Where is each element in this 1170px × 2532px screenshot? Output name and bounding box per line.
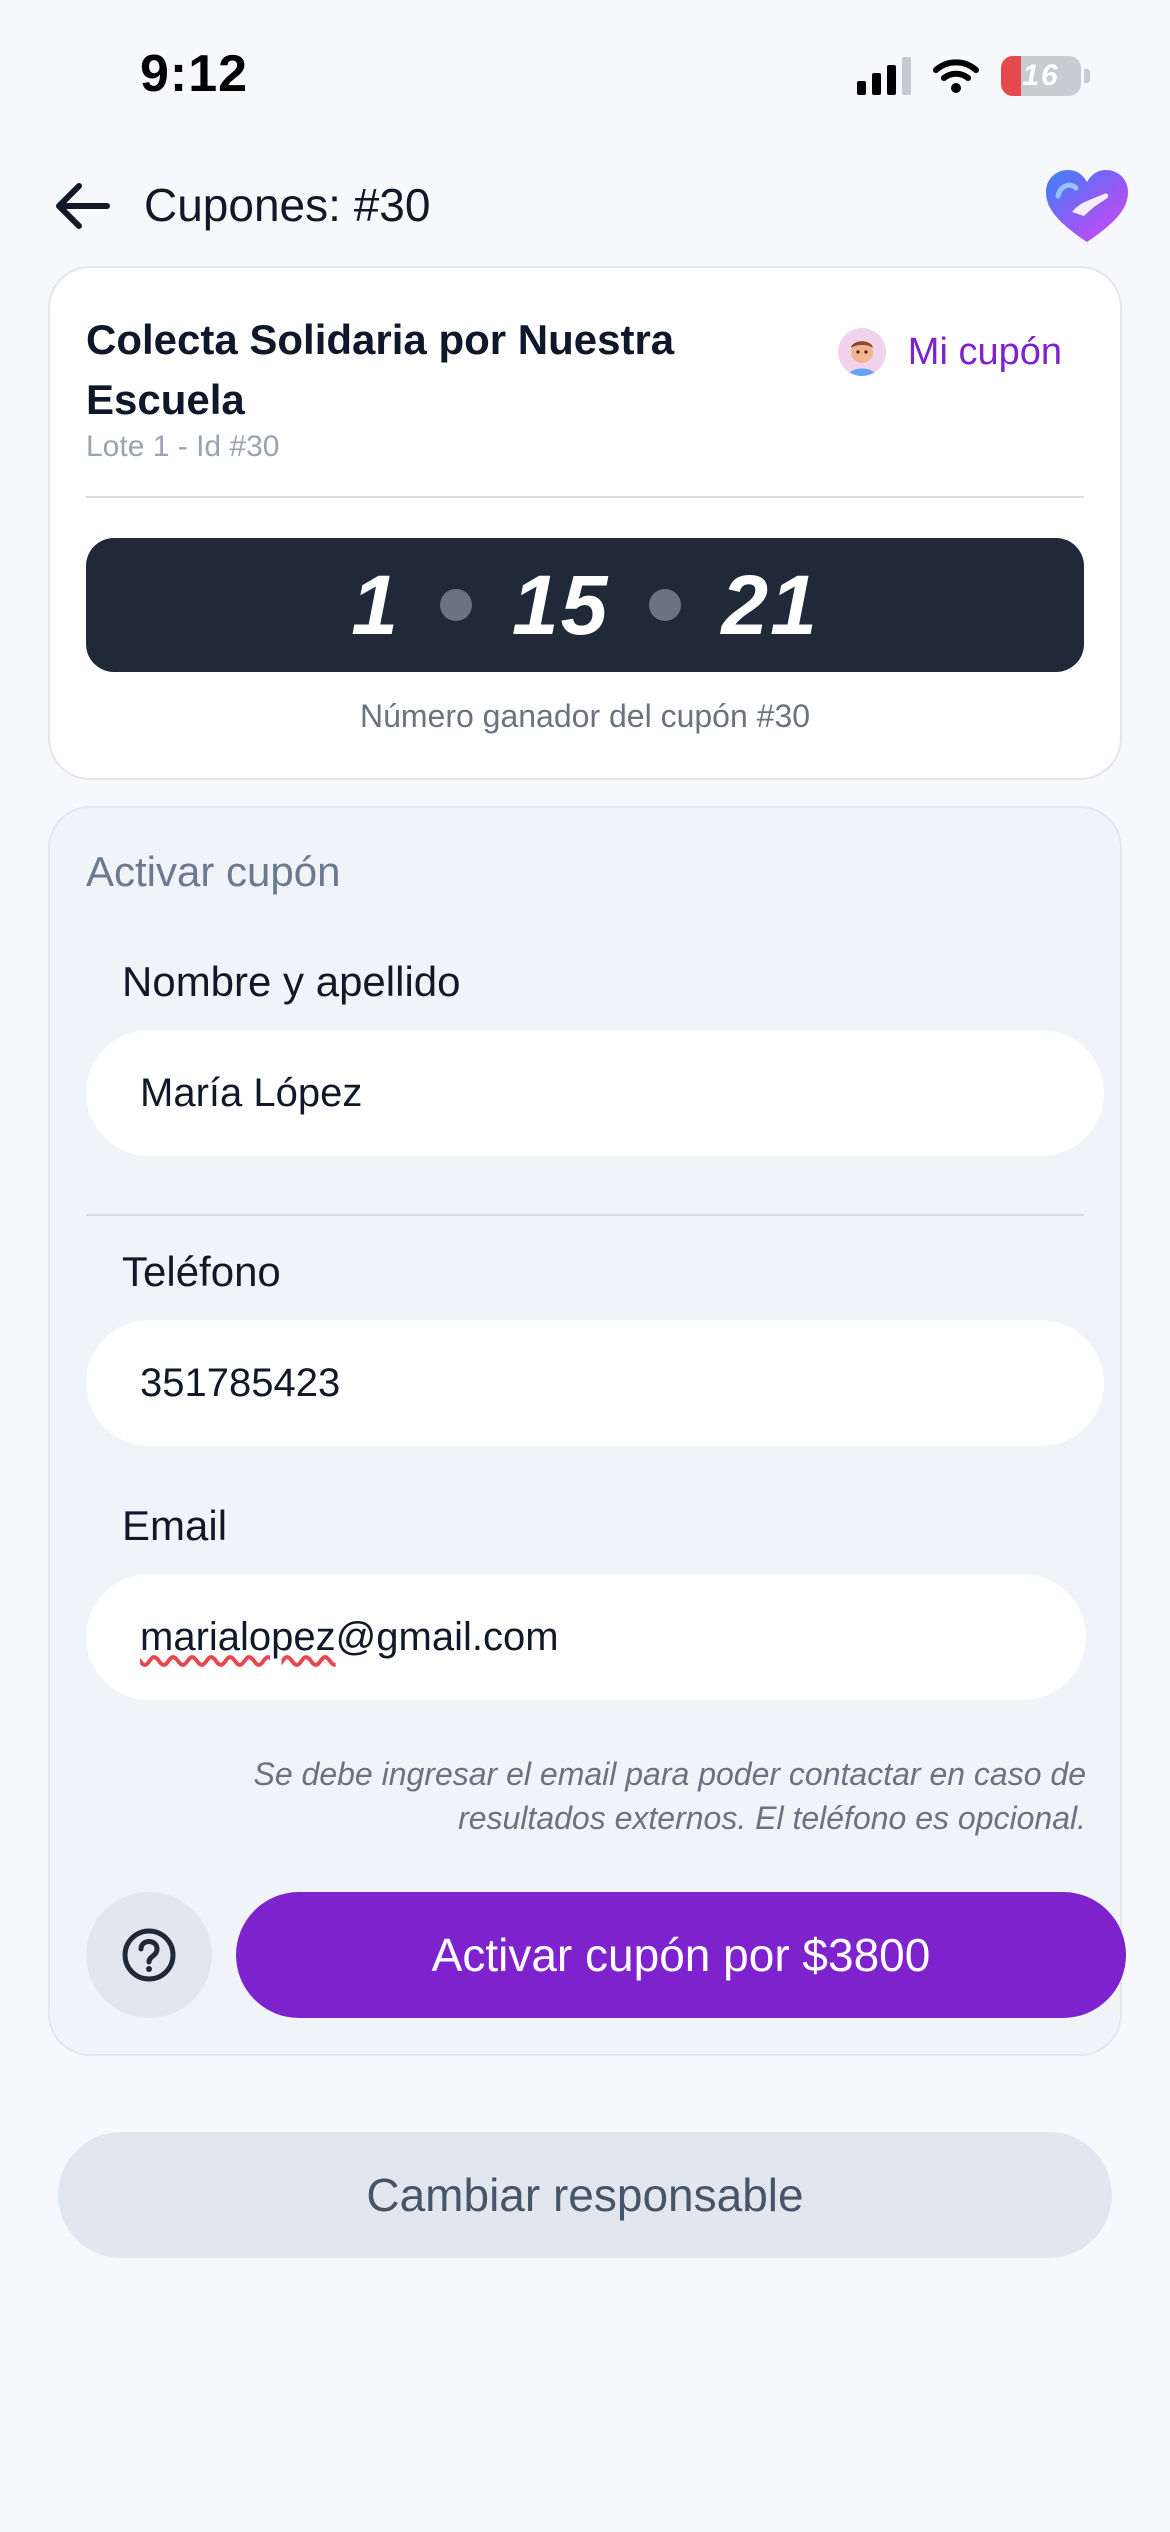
winning-numbers-caption: Número ganador del cupón #30 <box>359 698 811 734</box>
coupon-info-card: Colecta Solidaria por Nuestra Escuela Lo… <box>48 266 1122 780</box>
winning-number-1: 1 <box>351 557 400 652</box>
status-time: 9:12 <box>140 45 249 103</box>
name-label: Nombre y apellido <box>122 958 461 1005</box>
winning-numbers-box: 1 15 21 <box>86 538 1084 672</box>
battery-level: 16 <box>1022 59 1060 92</box>
email-label: Email <box>122 1502 228 1549</box>
mi-cupon-label: Mi cupón <box>907 330 1062 373</box>
email-value-misspelled: marialopez <box>140 1614 336 1659</box>
status-bar: 9:12 16 <box>0 0 1170 150</box>
winning-number-2: 15 <box>511 557 610 652</box>
separator-dot <box>439 589 472 621</box>
change-responsible-button[interactable]: Cambiar responsable <box>58 2132 1112 2258</box>
divider <box>86 1214 1084 1216</box>
activate-coupon-card: Activar cupón Nombre y apellido María Ló… <box>48 806 1126 2056</box>
phone-label: Teléfono <box>122 1248 281 1295</box>
status-icons: 16 <box>857 56 1090 96</box>
separator-dot <box>649 589 682 621</box>
help-question-icon <box>122 1928 176 1982</box>
phone-field[interactable]: 351785423 <box>86 1320 1104 1446</box>
name-value: María López <box>140 1070 363 1115</box>
coupon-subtitle: Lote 1 - Id #30 <box>86 430 280 463</box>
page: 9:12 16 Cupones: #30 Colecta Solidaria p… <box>0 0 1170 2532</box>
divider <box>86 496 1084 498</box>
wifi-icon <box>933 59 979 93</box>
name-field[interactable]: María López <box>86 1030 1104 1156</box>
page-title: Cupones: #30 <box>144 179 431 231</box>
phone-value: 351785423 <box>140 1360 341 1405</box>
avatar-icon <box>837 328 886 376</box>
email-field[interactable]: marialopez @gmail.com <box>86 1574 1086 1700</box>
winning-number-3: 21 <box>721 557 819 652</box>
back-button[interactable] <box>50 178 116 234</box>
form-heading: Activar cupón <box>86 848 341 895</box>
battery-icon: 16 <box>1001 56 1090 96</box>
brand-heart-logo <box>1046 170 1128 242</box>
activate-coupon-button[interactable]: Activar cupón por $3800 <box>236 1892 1126 2018</box>
help-text: Se debe ingresar el email para poder con… <box>253 1756 1086 1836</box>
coupon-title: Colecta Solidaria por Nuestra Escuela <box>86 316 675 423</box>
back-arrow-icon <box>56 183 110 229</box>
mi-cupon-link[interactable]: Mi cupón <box>837 328 1062 376</box>
email-value-domain: @gmail.com <box>335 1614 559 1659</box>
app-header: Cupones: #30 <box>0 160 1170 250</box>
help-button[interactable] <box>86 1892 212 2018</box>
signal-icon <box>857 57 911 95</box>
